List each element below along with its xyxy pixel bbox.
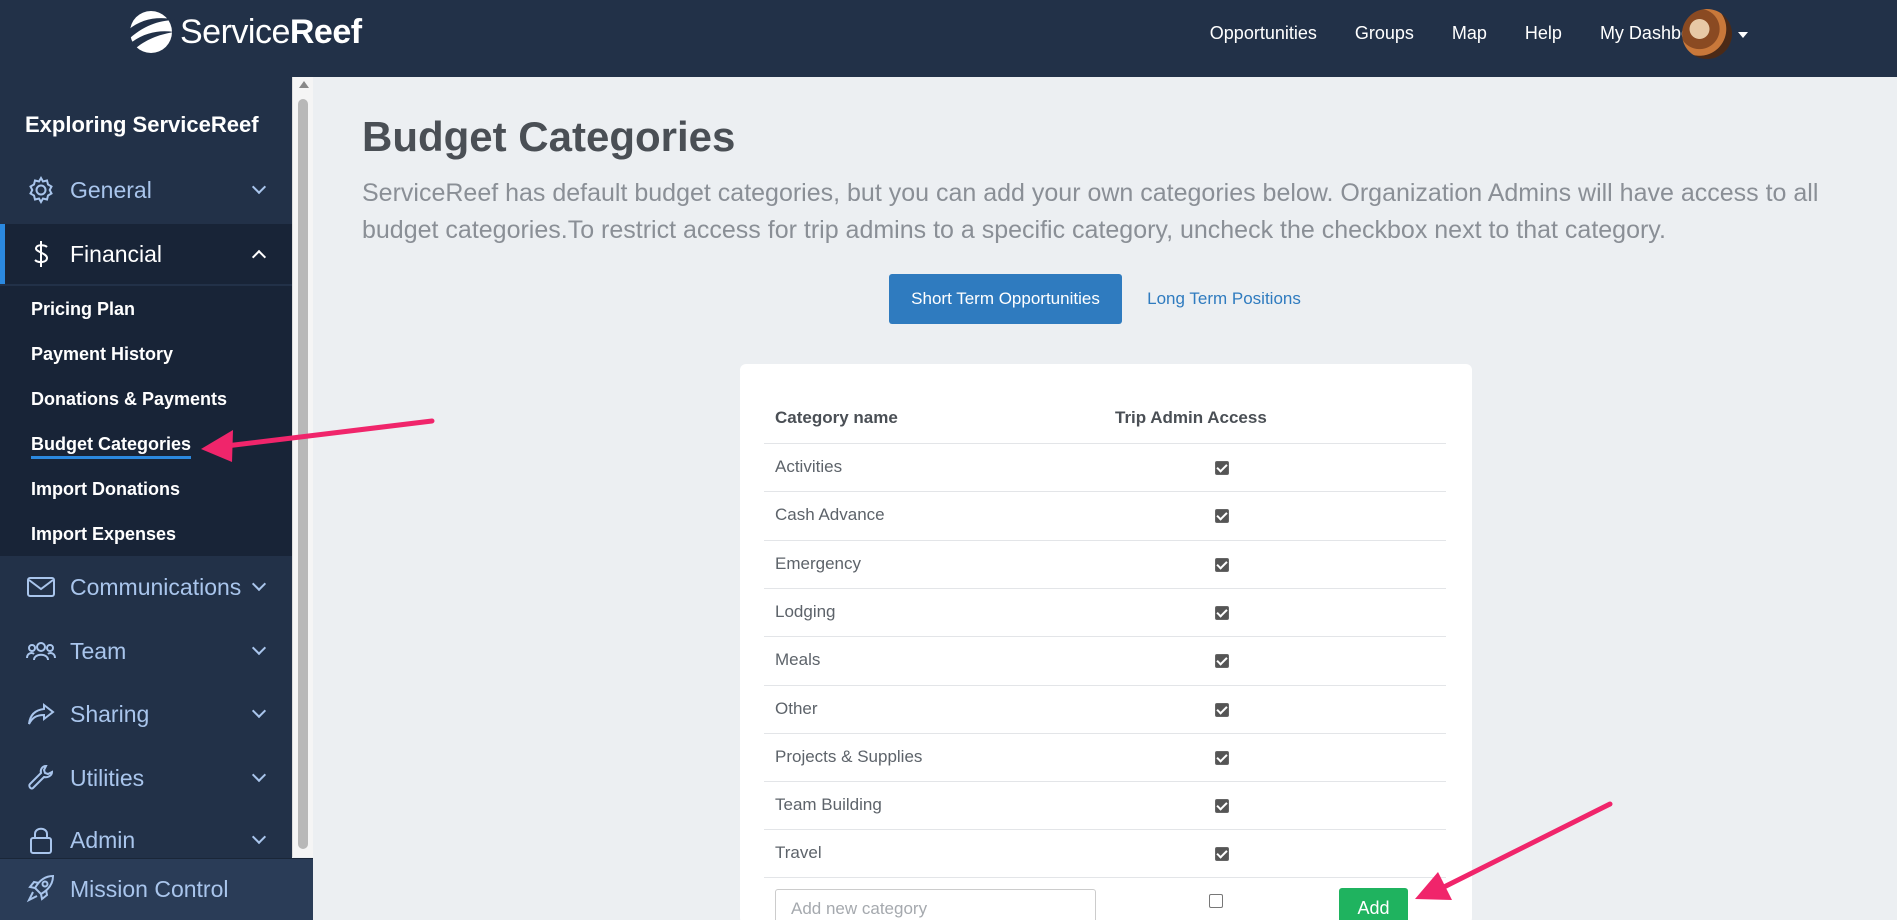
table-row: Emergency	[764, 539, 1446, 588]
category-name: Projects & Supplies	[775, 746, 923, 766]
trip-admin-access-checkbox[interactable]	[1215, 461, 1229, 475]
trip-admin-access-checkbox[interactable]	[1215, 750, 1229, 765]
submenu-import-expenses[interactable]: Import Expenses	[31, 524, 176, 545]
servicereef-logo[interactable]: ServiceReef	[124, 8, 362, 56]
sidebar-item-utilities[interactable]: Utilities	[0, 748, 292, 808]
table-row: Team Building	[764, 781, 1446, 829]
chevron-down-icon	[251, 829, 267, 845]
logo-globe-icon	[128, 11, 176, 53]
page-title: Budget Categories	[362, 113, 736, 160]
add-category-button[interactable]: Add	[1339, 888, 1408, 920]
mission-control-label: Mission Control	[70, 876, 229, 902]
chevron-up-icon	[251, 249, 267, 265]
share-icon	[28, 702, 55, 725]
user-avatar[interactable]	[1682, 9, 1732, 59]
category-name: Lodging	[775, 601, 836, 621]
rocket-icon	[26, 874, 55, 903]
trip-admin-access-checkbox[interactable]	[1215, 605, 1229, 620]
trip-admin-access-checkbox[interactable]	[1215, 702, 1229, 717]
column-header-category-name: Category name	[775, 408, 898, 427]
tab-long-term-positions[interactable]: Long Term Positions	[1132, 274, 1316, 324]
chevron-down-icon	[251, 767, 267, 783]
lock-icon	[30, 827, 52, 854]
category-name: Meals	[775, 650, 821, 670]
sidebar-item-label: Communications	[70, 573, 242, 600]
users-icon	[26, 642, 56, 661]
dollar-icon	[34, 241, 49, 267]
scrollbar-thumb[interactable]	[298, 99, 308, 849]
sidebar-item-communications[interactable]: Communications	[0, 557, 292, 617]
column-header-trip-admin-access: Trip Admin Access	[1115, 408, 1267, 427]
chevron-down-icon	[251, 703, 267, 719]
nav-groups[interactable]: Groups	[1355, 23, 1414, 44]
sidebar-item-label: General	[70, 176, 152, 203]
sidebar-item-general[interactable]: General	[0, 160, 292, 220]
category-name: Cash Advance	[775, 505, 885, 525]
top-nav-links: Opportunities Groups Map Help My Dashboa…	[1172, 0, 1717, 66]
submenu-donations-payments[interactable]: Donations & Payments	[31, 389, 227, 410]
category-name: Other	[775, 698, 818, 718]
trip-admin-access-checkbox[interactable]	[1215, 799, 1229, 814]
trip-admin-access-checkbox[interactable]	[1215, 654, 1229, 669]
sidebar-item-label: Financial	[70, 240, 163, 267]
mission-control-button[interactable]: Mission Control	[0, 858, 313, 920]
sidebar-item-label: Team	[70, 637, 127, 664]
category-name: Team Building	[775, 795, 882, 815]
sidebar-item-financial[interactable]: Financial	[0, 224, 292, 284]
tab-short-term-opportunities[interactable]: Short Term Opportunities	[889, 274, 1122, 324]
nav-help[interactable]: Help	[1525, 23, 1562, 44]
category-name: Travel	[775, 843, 822, 863]
caret-down-icon[interactable]	[1738, 32, 1748, 38]
page-description: ServiceReef has default budget categorie…	[362, 179, 1819, 244]
table-row: Activities	[764, 443, 1446, 491]
envelope-icon	[27, 577, 55, 597]
category-name: Emergency	[775, 553, 861, 573]
sidebar-item-label: Utilities	[70, 764, 145, 791]
sidebar-scrollbar[interactable]	[292, 77, 313, 857]
table-row: Other	[764, 684, 1446, 733]
logo-text: ServiceReef	[180, 12, 362, 51]
new-category-input[interactable]	[775, 889, 1096, 920]
sidebar-item-team[interactable]: Team	[0, 621, 292, 681]
sidebar-title: Exploring ServiceReef	[25, 112, 259, 137]
chevron-down-icon	[251, 179, 267, 195]
category-name: Activities	[775, 457, 843, 476]
table-row: Travel	[764, 829, 1446, 877]
submenu-payment-history[interactable]: Payment History	[31, 344, 173, 365]
sidebar-item-sharing[interactable]: Sharing	[0, 684, 292, 744]
submenu-budget-categories[interactable]: Budget Categories	[31, 434, 192, 459]
scroll-up-arrow-icon[interactable]	[299, 81, 309, 88]
top-navbar: ServiceReef Opportunities Groups Map Hel…	[0, 0, 1897, 77]
table-row: Meals	[764, 636, 1446, 684]
gear-icon	[29, 175, 53, 205]
table-row: Cash Advance	[764, 491, 1446, 539]
sidebar-item-label: Admin	[70, 826, 136, 853]
active-accent-bar	[0, 224, 5, 284]
sidebar-item-label: Sharing	[70, 700, 150, 727]
chevron-down-icon	[251, 640, 267, 656]
chevron-down-icon	[251, 576, 267, 592]
table-row: Projects & Supplies	[764, 732, 1446, 781]
new-category-access-checkbox[interactable]	[1209, 894, 1223, 908]
nav-map[interactable]: Map	[1452, 23, 1487, 44]
trip-admin-access-checkbox[interactable]	[1215, 509, 1229, 524]
submenu-import-donations[interactable]: Import Donations	[31, 479, 180, 500]
submenu-pricing-plan[interactable]: Pricing Plan	[31, 299, 135, 320]
financial-submenu: Pricing Plan Payment History Donations &…	[0, 286, 292, 556]
trip-admin-access-checkbox[interactable]	[1215, 847, 1229, 862]
table-row: Lodging	[764, 587, 1446, 636]
trip-admin-access-checkbox[interactable]	[1215, 557, 1229, 572]
wrench-icon	[28, 764, 54, 790]
nav-opportunities[interactable]: Opportunities	[1210, 23, 1317, 44]
